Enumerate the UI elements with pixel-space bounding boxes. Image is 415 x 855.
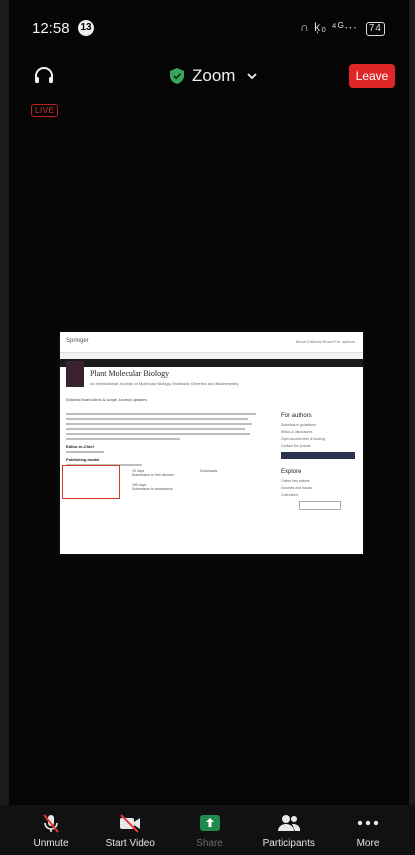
text-line [66, 451, 104, 453]
notification-badge: 13 [78, 20, 94, 36]
mic-muted-icon [39, 812, 63, 834]
chevron-down-icon [247, 73, 258, 80]
shared-site-banner [60, 359, 363, 367]
meeting-title: Zoom [192, 66, 236, 85]
audio-output-button[interactable] [32, 64, 56, 88]
highlight-box [62, 465, 120, 499]
journal-sidebar: For authors Submission guidelines Ethics… [281, 413, 355, 514]
journal-cover-image [66, 361, 84, 387]
editor-heading: Editor-in-Chief [66, 444, 94, 449]
signal-icon: ∩ ķ₀ ⁴ᴳ∙∙∙ [300, 20, 358, 34]
share-button[interactable]: Share [177, 805, 243, 849]
shared-site-header: Springer About Editorial Board For autho… [60, 332, 363, 353]
headphones-icon [35, 67, 53, 83]
journal-title: Plant Molecular Biology [90, 369, 170, 378]
participants-label: Participants [262, 838, 315, 849]
signal-icons: ∩ ķ₀ ⁴ᴳ∙∙∙ 74 [300, 20, 385, 36]
status-bar: 12:58 13 ∩ ķ₀ ⁴ᴳ∙∙∙ 74 [0, 0, 415, 44]
shared-site-nav: About Editorial Board For authors [295, 339, 355, 344]
start-video-label: Start Video [105, 838, 155, 849]
more-button[interactable]: More [335, 805, 401, 849]
text-line [66, 418, 249, 420]
sidebar-link: Contact the journal [281, 444, 311, 448]
metric-block: 19 days Submission to first decision 189… [132, 469, 174, 491]
text-line [66, 433, 251, 435]
start-video-button[interactable]: Start Video [97, 805, 163, 849]
live-badge: LIVE [31, 104, 59, 117]
battery-icon: 74 [365, 22, 385, 36]
sidebar-link: Submission guidelines [281, 423, 316, 427]
more-label: More [356, 838, 380, 849]
metric-block: Downloads [200, 469, 217, 473]
video-off-icon [118, 812, 142, 834]
share-screen-icon [198, 812, 222, 834]
shared-site-logo: Springer [66, 338, 89, 344]
meeting-top-bar: Zoom Leave [0, 58, 415, 94]
share-label: Share [196, 838, 223, 849]
shield-icon [170, 68, 184, 84]
text-line [66, 438, 180, 440]
participants-icon [277, 812, 301, 834]
sidebar-title: For authors [281, 413, 312, 419]
sidebar-link: Collections [281, 493, 299, 497]
shared-screen: Springer About Editorial Board For autho… [60, 332, 363, 554]
journal-body: Editor-in-Chief Publishing model 19 days… [60, 413, 363, 554]
text-line [66, 413, 256, 415]
meeting-toolbar: Unmute Start Video Share Participants Mo… [0, 805, 415, 855]
more-dots-icon [356, 812, 380, 834]
unmute-button[interactable]: Unmute [18, 805, 84, 849]
submit-manuscript-button [281, 452, 355, 459]
shared-journal-header: Plant Molecular Biology An International… [60, 361, 363, 413]
metric-caption: Submission to acceptance [132, 487, 173, 491]
leave-button[interactable]: Leave [349, 64, 395, 88]
text-line [66, 428, 245, 430]
metric-value: Downloads [200, 469, 218, 473]
metric-caption: Submission to first decision [132, 473, 175, 477]
sidebar-link: Online first articles [281, 479, 310, 483]
text-line [66, 423, 253, 425]
status-time: 12:58 [32, 20, 70, 37]
journal-description: Editor-in-Chief Publishing model [66, 413, 256, 469]
sign-up-alerts-button [299, 501, 341, 510]
sidebar-title: Explore [281, 469, 302, 475]
sidebar-link: Volumes and issues [281, 486, 313, 490]
journal-tabs: Editorial board Aims & scope Journal upd… [66, 397, 147, 402]
sidebar-link: Ethics & disclosures [281, 430, 313, 434]
journal-subtitle: An International Journal on Molecular Bi… [90, 381, 239, 386]
participants-button[interactable]: Participants [256, 805, 322, 849]
sidebar-link: Open access fees & funding [281, 437, 325, 441]
publishing-model-heading: Publishing model [66, 457, 100, 462]
meeting-title-button[interactable]: Zoom [170, 66, 258, 86]
unmute-label: Unmute [33, 838, 69, 849]
